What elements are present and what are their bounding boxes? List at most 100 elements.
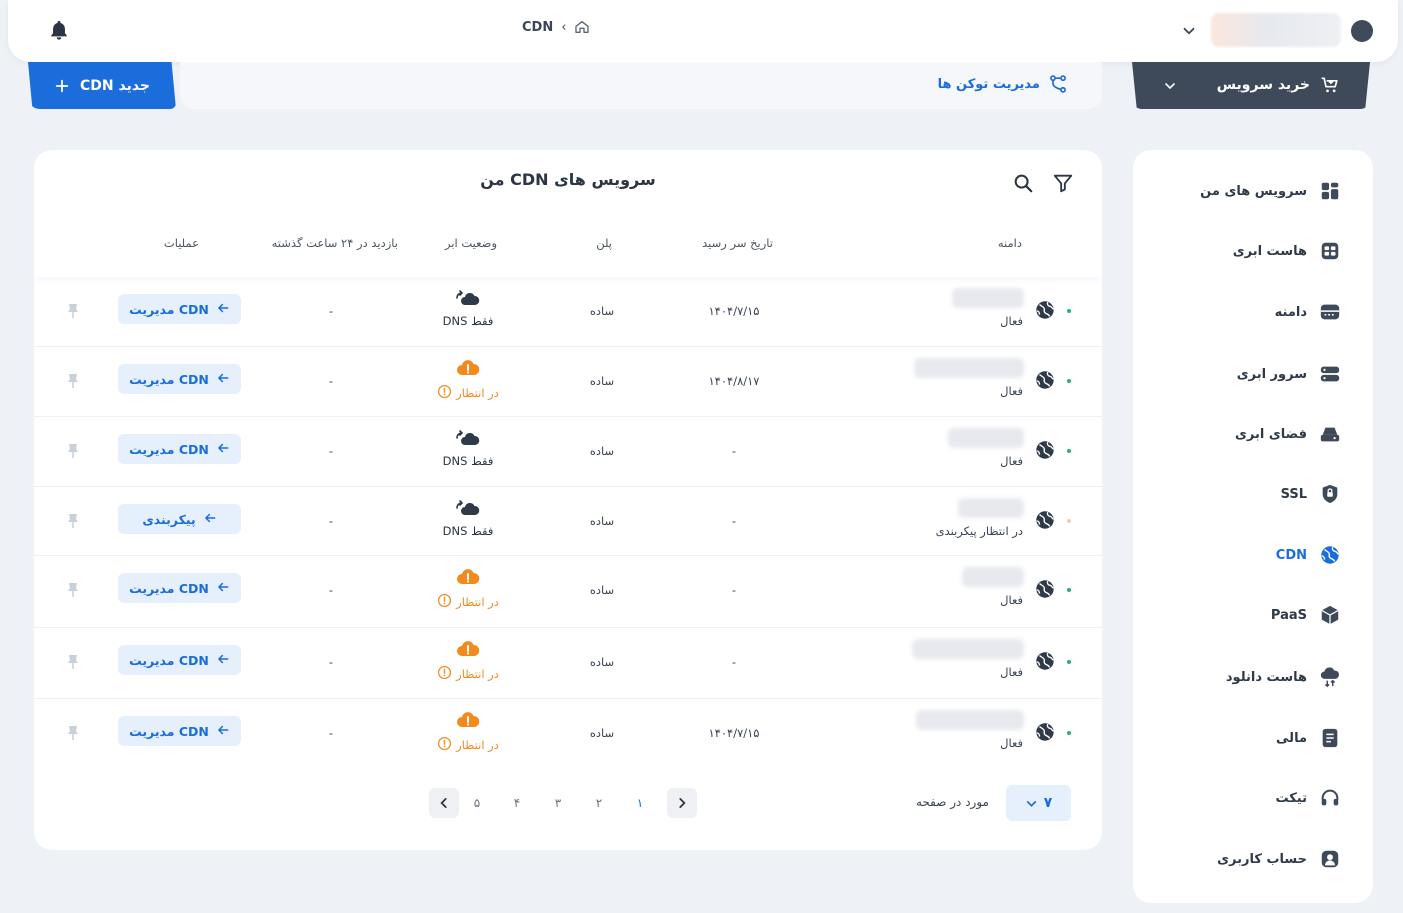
arrow-left-icon (203, 511, 217, 528)
table-row[interactable]: فعال ۱۴۰۴/۸/۱۷ ساده در انتظار - مدیریت CDN (34, 346, 1102, 416)
cloud-status-label: در انتظار (456, 738, 499, 752)
search-icon[interactable] (1012, 172, 1034, 194)
domain-name-blurred[interactable] (948, 428, 1024, 448)
top-bar: CDN ‹ (8, 0, 1398, 62)
table-row[interactable]: فعال ۱۴۰۴/۷/۱۵ ساده در انتظار - مدیریت CDN (34, 698, 1102, 768)
pagination-page-5[interactable]: ۵ (462, 788, 492, 818)
manage-cdn-button[interactable]: مدیریت CDN (118, 294, 241, 324)
sidebar: سرویس های من هاست ابری دامنه سرور ابری ف… (1133, 150, 1373, 903)
cloud-status: فقط DNS (418, 499, 518, 538)
cloud-status-label: فقط DNS (442, 524, 494, 538)
globe-icon (1034, 299, 1056, 321)
pagination-prev-button[interactable] (667, 788, 697, 818)
action-label: مدیریت CDN (129, 580, 209, 596)
bell-icon[interactable] (48, 19, 70, 41)
domain-name-blurred[interactable] (912, 639, 1024, 659)
configure-button[interactable]: پیکربندی (118, 504, 241, 534)
col-expiry: تاریخ سر رسید (702, 236, 773, 250)
table-row[interactable]: فعال - ساده در انتظار - مدیریت CDN (34, 627, 1102, 697)
sidebar-item-download-host[interactable]: هاست دانلود (1226, 666, 1341, 688)
status-dot (1067, 731, 1071, 735)
cloud-dns-icon (455, 290, 481, 311)
domain-name-blurred[interactable] (962, 567, 1024, 587)
pin-icon[interactable] (67, 725, 79, 741)
sidebar-item-label: تیکت (1275, 790, 1307, 806)
sidebar-item-cdn[interactable]: CDN (1276, 544, 1341, 566)
domain-status: فعال (1000, 314, 1023, 328)
pin-icon[interactable] (67, 443, 79, 459)
per-page-select[interactable]: ۷ (1006, 785, 1071, 821)
visits-value: - (328, 726, 334, 740)
sidebar-item-label: فضای ابری (1235, 426, 1307, 442)
arrow-left-icon (216, 580, 230, 597)
manage-cdn-button[interactable]: مدیریت CDN (118, 364, 241, 394)
domain-status: فعال (1000, 736, 1023, 750)
domain-name-blurred[interactable] (958, 498, 1024, 518)
sidebar-item-user-account[interactable]: حساب کاربری (1217, 848, 1341, 870)
avatar[interactable] (1351, 20, 1373, 42)
expiry-date: - (731, 444, 737, 458)
domain-status: فعال (1000, 665, 1023, 679)
manage-cdn-button[interactable]: مدیریت CDN (118, 434, 241, 464)
sidebar-item-domain[interactable]: دامنه (1275, 301, 1341, 323)
action-label: مدیریت CDN (129, 441, 209, 457)
pin-icon[interactable] (67, 582, 79, 598)
sidebar-item-cloud-server[interactable]: سرور ابری (1237, 363, 1341, 385)
cloud-dns-icon (455, 500, 481, 521)
visits-value: - (328, 655, 334, 669)
manage-cdn-button[interactable]: مدیریت CDN (118, 716, 241, 746)
expiry-date: ۱۴۰۴/۸/۱۷ (708, 374, 760, 388)
pagination-page-1[interactable]: ۱ (625, 788, 655, 818)
filter-icon[interactable] (1052, 172, 1074, 194)
manage-cdn-button[interactable]: مدیریت CDN (118, 645, 241, 675)
pagination-next-button[interactable] (429, 788, 459, 818)
pin-icon[interactable] (67, 654, 79, 670)
sidebar-item-my-services[interactable]: سرویس های من (1200, 180, 1341, 202)
domain-name-blurred[interactable] (916, 710, 1024, 730)
manage-cdn-button[interactable]: مدیریت CDN (118, 573, 241, 603)
pagination-page-4[interactable]: ۴ (502, 788, 532, 818)
col-operations: عملیات (163, 236, 199, 250)
domain-name-blurred[interactable] (952, 288, 1024, 308)
table-row[interactable]: فعال - ساده فقط DNS - مدیریت CDN (34, 416, 1102, 486)
chevron-down-icon[interactable] (1180, 22, 1198, 40)
sidebar-item-label: SSL (1280, 486, 1307, 502)
table-row[interactable]: فعال - ساده در انتظار - مدیریت CDN (34, 555, 1102, 625)
sidebar-item-finance[interactable]: مالی (1276, 727, 1341, 749)
globe-icon (1034, 509, 1056, 531)
visits-value: - (328, 583, 334, 597)
buy-service-button[interactable]: خرید سرویس (1132, 62, 1370, 109)
domain-status: فعال (1000, 593, 1023, 607)
pin-icon[interactable] (67, 303, 79, 319)
domain-name-blurred[interactable] (914, 358, 1024, 378)
sidebar-item-ssl[interactable]: SSL (1281, 483, 1341, 505)
per-page-label: مورد در صفحه (916, 795, 989, 809)
pagination-page-3[interactable]: ۳ (543, 788, 573, 818)
warning-icon (437, 593, 452, 611)
table-row[interactable]: در انتظار پیکربندی - ساده فقط DNS - پیکربندی (34, 486, 1102, 556)
sidebar-item-cloud-storage[interactable]: فضای ابری (1235, 423, 1341, 445)
table-row[interactable]: فعال ۱۴۰۴/۷/۱۵ ساده فقط DNS - مدیریت CDN (34, 277, 1102, 347)
user-name-blurred[interactable] (1211, 13, 1341, 47)
action-label: مدیریت CDN (129, 301, 209, 317)
pagination-page-2[interactable]: ۲ (584, 788, 614, 818)
cloud-pending-icon (455, 569, 481, 590)
page-title: سرویس های CDN من (480, 170, 656, 189)
cdn-services-card: سرویس های CDN من دامنه تاریخ سر رسید پلن… (34, 150, 1102, 850)
expiry-date: ۱۴۰۴/۷/۱۵ (708, 304, 760, 318)
pin-icon[interactable] (67, 373, 79, 389)
branch-icon (1050, 75, 1066, 93)
token-management-link[interactable]: مدیریت توکن ها (938, 74, 1068, 94)
sidebar-item-cloud-host[interactable]: هاست ابری (1233, 240, 1341, 262)
pin-icon[interactable] (67, 513, 79, 529)
visits-value: - (328, 514, 334, 528)
sidebar-item-ticket[interactable]: تیکت (1275, 787, 1341, 809)
arrow-left-icon (216, 371, 230, 388)
cube-icon (1321, 605, 1339, 625)
new-cdn-button[interactable]: CDN جدید (28, 62, 176, 109)
plan-value: ساده (589, 444, 615, 458)
sidebar-item-paas[interactable]: PaaS (1271, 604, 1341, 626)
server-icon (1320, 366, 1340, 382)
cloud-status-label: فقط DNS (442, 454, 494, 468)
home-icon[interactable] (574, 19, 590, 35)
